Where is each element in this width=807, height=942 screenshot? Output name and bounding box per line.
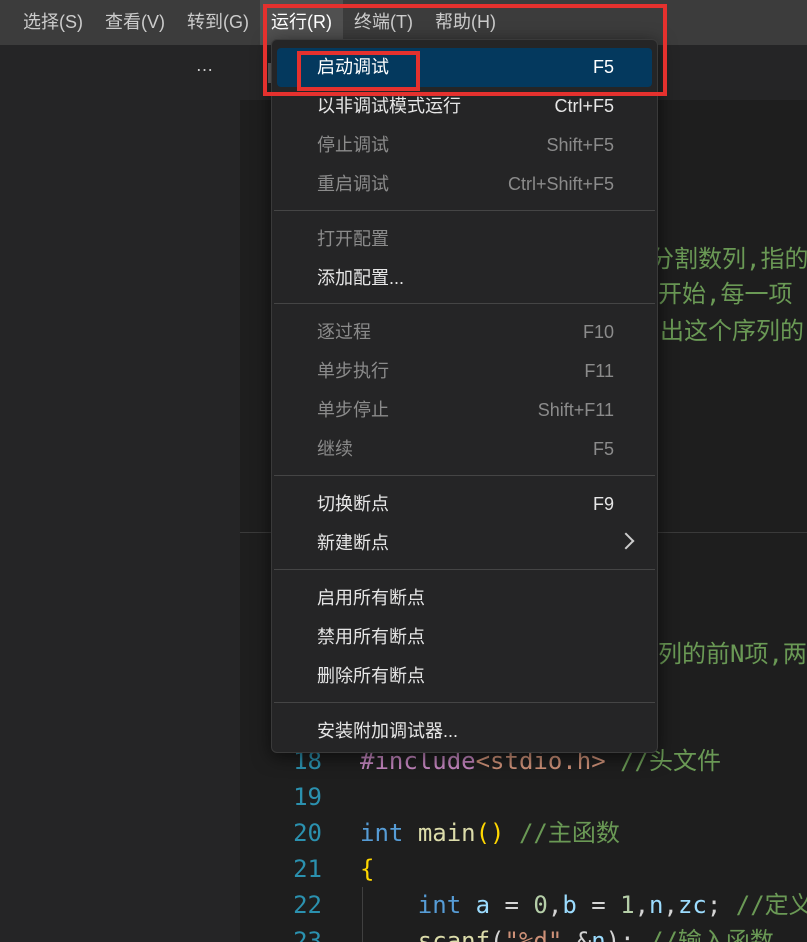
code-line[interactable]: 23 scanf("%d",&n); //输入函数 [240, 923, 807, 942]
menu-item-continue: 继续 F5 [277, 430, 652, 469]
code-text: int a = 0,b = 1,n,zc; //定义 [417, 891, 807, 919]
menu-separator [274, 303, 655, 304]
code-line[interactable]: 20 int main() //主函数 [240, 815, 807, 851]
shortcut-label: F5 [592, 439, 614, 459]
menu-item-disable-all-breakpoints[interactable]: 禁用所有断点 [277, 618, 652, 657]
line-number: 22 [293, 891, 322, 919]
shortcut-label: F10 [582, 322, 614, 342]
menu-item-step-into: 单步执行 F11 [277, 352, 652, 391]
line-number: 19 [293, 783, 322, 811]
menu-item-open-configurations: 打开配置 [317, 229, 389, 249]
shortcut-label: Ctrl+Shift+F5 [507, 174, 614, 194]
annotation-box [297, 51, 420, 91]
code-line[interactable]: 22 int a = 0,b = 1,n,zc; //定义 [240, 887, 807, 923]
side-bar [0, 45, 240, 942]
line-number: 23 [293, 927, 322, 942]
code-text: { [360, 855, 375, 883]
code-text: int main() //主函数 [360, 819, 620, 847]
menu-separator [274, 210, 655, 211]
comment-fragment: 开始,每一项 [658, 280, 793, 308]
menu-view[interactable]: 查看(V) [94, 0, 176, 45]
menu-item-step-over: 逐过程 F10 [277, 313, 652, 352]
menu-selection[interactable]: 选择(S) [0, 0, 94, 45]
run-dropdown-menu: 启动调试 F5 以非调试模式运行 Ctrl+F5 停止调试 Shift+F5 重… [271, 39, 658, 753]
menu-item-restart-debugging: 重启调试 Ctrl+Shift+F5 [277, 165, 652, 204]
menu-item-add-configuration[interactable]: 添加配置... [277, 259, 652, 298]
chevron-right-icon [617, 532, 635, 550]
more-actions-icon[interactable]: … [194, 56, 216, 80]
comment-fragment: 出这个序列的 [660, 317, 804, 345]
shortcut-label: F11 [584, 361, 614, 381]
line-number: 20 [293, 819, 322, 847]
menu-item-install-additional-debuggers[interactable]: 安装附加调试器... [277, 712, 652, 751]
shortcut-label: Shift+F5 [546, 135, 614, 155]
menu-item-toggle-breakpoint[interactable]: 切换断点 F9 [277, 485, 652, 524]
code-line[interactable]: 19 [240, 779, 807, 815]
menu-item-enable-all-breakpoints[interactable]: 启用所有断点 [277, 579, 652, 618]
shortcut-label: F9 [592, 494, 614, 514]
menu-item-new-breakpoint[interactable]: 新建断点 [277, 524, 652, 563]
code-text: scanf("%d",&n); //输入函数 [417, 927, 774, 942]
comment-fragment: 列的前N项,两 [658, 640, 807, 668]
line-number: 21 [293, 855, 322, 883]
menu-separator [274, 702, 655, 703]
comment-fragment: 分割数列,指的 [650, 245, 807, 273]
menu-go[interactable]: 转到(G) [176, 0, 260, 45]
menu-separator [274, 475, 655, 476]
menu-item-remove-all-breakpoints[interactable]: 删除所有断点 [277, 657, 652, 696]
code-line[interactable]: 21 { [240, 851, 807, 887]
menu-item-stop-debugging: 停止调试 Shift+F5 [277, 126, 652, 165]
menu-separator [274, 569, 655, 570]
shortcut-label: Shift+F11 [537, 400, 614, 420]
menu-item-step-out: 单步停止 Shift+F11 [277, 391, 652, 430]
